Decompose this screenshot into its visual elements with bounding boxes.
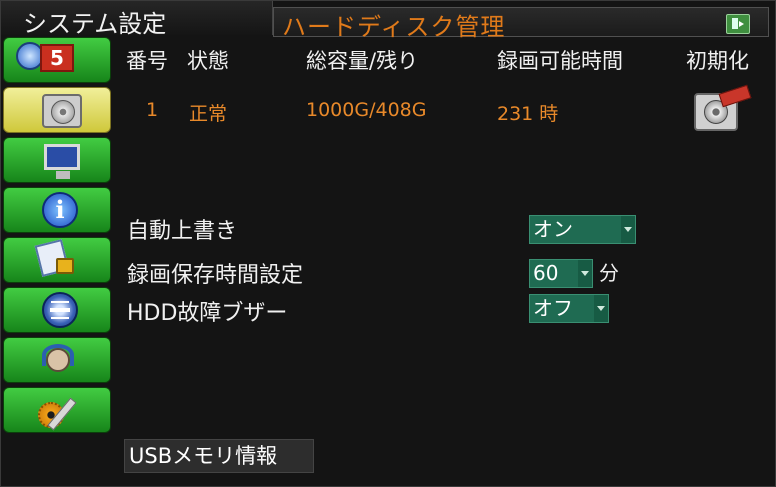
hdd-buzzer-value: オフ xyxy=(533,296,573,320)
hdd-management-panel: 番号 状態 総容量/残り 録画可能時間 初期化 1 正常 1000G/408G … xyxy=(116,37,771,482)
col-header-status: 状態 xyxy=(187,49,229,73)
calendar-icon: 5 xyxy=(40,44,74,72)
row-1-capacity: 1000G/408G xyxy=(306,99,427,121)
col-header-rec-time: 録画可能時間 xyxy=(497,49,623,73)
auto-overwrite-value: オン xyxy=(533,217,573,241)
gear-tools-icon xyxy=(36,392,86,430)
hard-disk-icon xyxy=(42,94,82,128)
hdd-buzzer-select[interactable]: オフ xyxy=(529,294,609,323)
sidebar-item-security[interactable] xyxy=(3,237,111,283)
usb-memory-info-label: USBメモリ情報 xyxy=(129,444,278,468)
retention-select[interactable]: 60 xyxy=(529,259,593,288)
sidebar-item-info[interactable]: i xyxy=(3,187,111,233)
dvr-settings-window: システム設定 ハードディスク管理 5 i 番号 状態 総容量/残り 録画可能時間… xyxy=(0,0,776,487)
usb-memory-info-button[interactable]: USBメモリ情報 xyxy=(124,439,314,473)
tab-system-settings-label: システム設定 xyxy=(23,10,167,38)
info-icon: i xyxy=(42,192,78,228)
hdd-buzzer-label: HDD故障ブザー xyxy=(127,301,288,326)
retention-value: 60 xyxy=(533,261,559,285)
headset-support-icon xyxy=(40,342,80,380)
retention-unit: 分 xyxy=(599,261,619,285)
sidebar-item-datetime[interactable]: 5 xyxy=(3,37,111,83)
sidebar-item-network[interactable] xyxy=(3,287,111,333)
sidebar-item-maintenance[interactable] xyxy=(3,387,111,433)
exit-door-icon[interactable] xyxy=(726,14,750,34)
header-bar: ハードディスク管理 xyxy=(273,7,769,41)
sidebar-item-hdd[interactable] xyxy=(3,87,111,133)
auto-overwrite-label: 自動上書き xyxy=(127,219,238,244)
col-header-capacity: 総容量/残り xyxy=(306,49,419,73)
row-1-rec-time: 231 時 xyxy=(497,103,559,125)
row-1-number: 1 xyxy=(146,99,159,121)
format-disk-icon[interactable] xyxy=(694,84,752,133)
monitor-icon xyxy=(44,144,80,179)
auto-overwrite-select[interactable]: オン xyxy=(529,215,636,244)
col-header-format: 初期化 xyxy=(686,49,749,73)
retention-label: 録画保存時間設定 xyxy=(127,263,304,288)
sidebar: 5 i xyxy=(1,37,113,486)
tab-system-settings[interactable]: システム設定 xyxy=(1,1,273,38)
sidebar-item-support[interactable] xyxy=(3,337,111,383)
col-header-number: 番号 xyxy=(126,49,168,73)
chevron-down-icon xyxy=(578,260,592,287)
chevron-down-icon xyxy=(594,295,608,322)
document-lock-icon xyxy=(38,242,78,280)
sidebar-item-display[interactable] xyxy=(3,137,111,183)
chevron-down-icon xyxy=(621,216,635,243)
row-1-status: 正常 xyxy=(189,103,228,125)
network-globe-icon xyxy=(42,292,78,328)
